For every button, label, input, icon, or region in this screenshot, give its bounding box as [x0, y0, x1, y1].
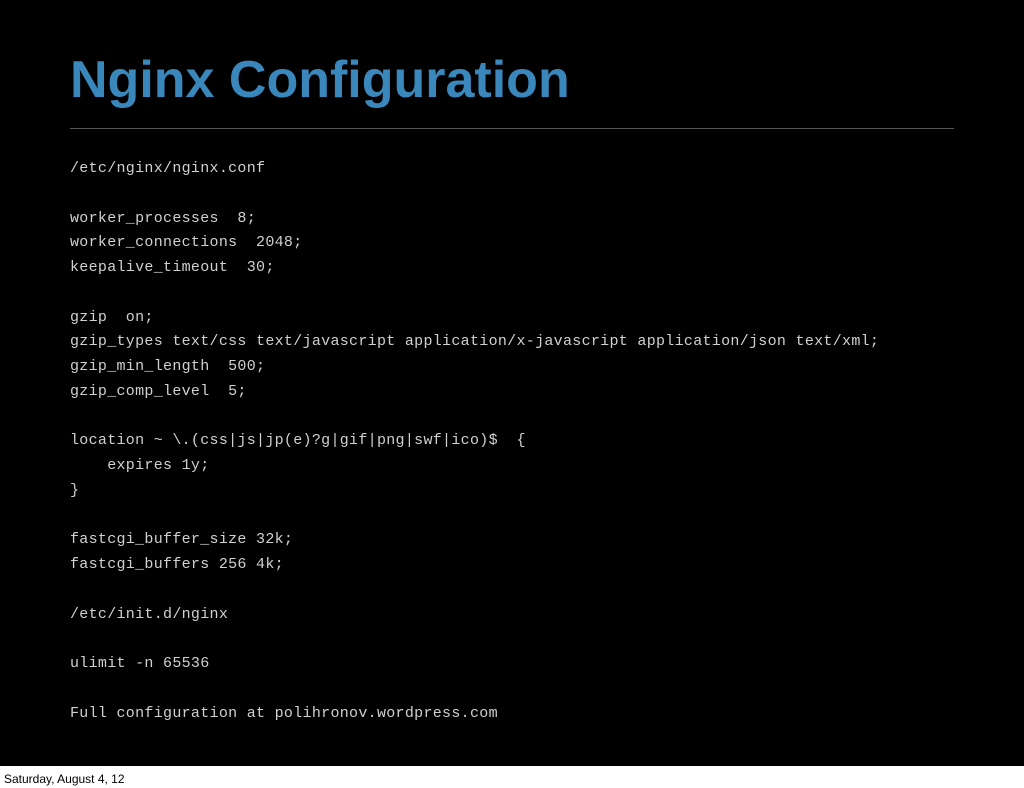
slide-title: Nginx Configuration: [70, 50, 954, 110]
code-block: /etc/nginx/nginx.conf worker_processes 8…: [70, 157, 954, 726]
footer-date: Saturday, August 4, 12: [4, 772, 125, 786]
title-divider: [70, 128, 954, 129]
slide-container: Nginx Configuration /etc/nginx/nginx.con…: [0, 0, 1024, 766]
